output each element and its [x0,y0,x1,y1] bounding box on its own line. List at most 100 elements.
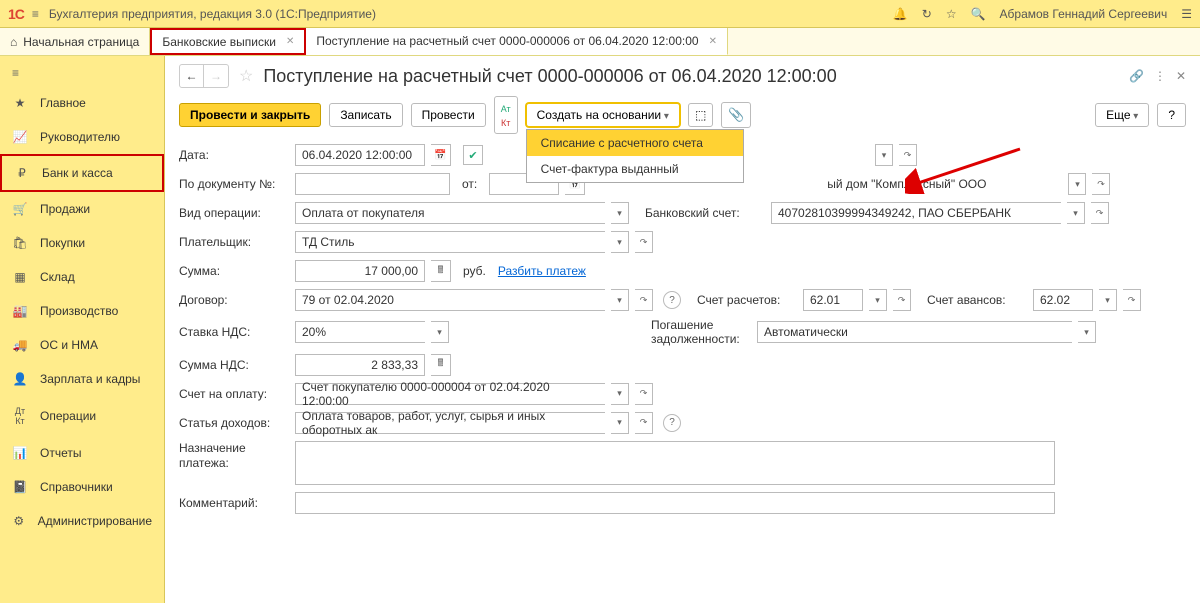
menu-item-invoice[interactable]: Счет-фактура выданный [527,156,743,182]
label-advance: Счет авансов: [927,293,1027,307]
split-payment-link[interactable]: Разбить платеж [498,264,586,278]
contract-input[interactable]: 79 от 02.04.2020 [295,289,605,311]
help-icon[interactable]: ? [663,414,681,432]
dropdown-button[interactable]: ▾ [869,289,887,311]
open-button[interactable]: ↷ [1123,289,1141,311]
post-close-button[interactable]: Провести и закрыть [179,103,321,127]
dropdown-button[interactable]: ▾ [611,202,629,224]
sidebar-item-warehouse[interactable]: ▦Склад [0,260,164,294]
favorite-icon[interactable]: ☆ [239,66,253,86]
sidebar-item-bank-cash[interactable]: ₽Банк и касса [0,154,164,192]
boxes-icon: ▦ [12,270,28,284]
dtkt-icon: ДтКт [12,406,28,426]
bell-icon[interactable]: 🔔 [893,7,908,21]
tab-document[interactable]: Поступление на расчетный счет 0000-00000… [306,28,728,55]
close-icon[interactable]: ✕ [286,36,294,47]
nav-back-button[interactable]: ← [180,65,204,87]
calendar-icon[interactable]: 📅 [431,144,451,166]
structure-button[interactable]: ⬚ [688,103,713,127]
attach-button[interactable]: 📎 [721,102,751,128]
sidebar-item-operations[interactable]: ДтКтОперации [0,396,164,436]
date-input[interactable]: 06.04.2020 12:00:00 [295,144,425,166]
sidebar-item-sales[interactable]: 🛒Продажи [0,192,164,226]
sidebar-item-catalogs[interactable]: 📓Справочники [0,470,164,504]
history-icon[interactable]: ↻ [922,7,932,21]
dropdown-button[interactable]: ▾ [611,289,629,311]
post-button[interactable]: Провести [411,103,486,127]
document-title: Поступление на расчетный счет 0000-00000… [263,66,1119,87]
sidebar-item-main[interactable]: ★Главное [0,86,164,120]
tab-home[interactable]: ⌂ Начальная страница [0,28,150,55]
close-icon[interactable]: ✕ [1176,69,1186,83]
menu-item-writeoff[interactable]: Списание с расчетного счета [527,130,743,156]
dropdown-button[interactable]: ▾ [611,412,629,434]
sidebar-item-manager[interactable]: 📈Руководителю [0,120,164,154]
sidebar-item-production[interactable]: 🏭Производство [0,294,164,328]
vat-sum-input[interactable]: 2 833,33 [295,354,425,376]
more-icon[interactable]: ⋮ [1154,69,1166,83]
sidebar-item-admin[interactable]: ⚙Администрирование [0,504,164,538]
status-icon[interactable]: ✔ [463,145,483,165]
close-icon[interactable]: ✕ [709,36,717,47]
bars-icon: 📊 [12,446,28,460]
sidebar-toggle-icon[interactable]: ≡ [0,60,164,86]
payer-input[interactable]: ТД Стиль [295,231,605,253]
label-from: от: [462,177,477,191]
open-button[interactable]: ↷ [635,412,653,434]
income-input[interactable]: Оплата товаров, работ, услуг, сырья и ин… [295,412,605,434]
create-on-basis-menu: Списание с расчетного счета Счет-фактура… [526,129,744,183]
sum-input[interactable]: 17 000,00 [295,260,425,282]
sidebar-item-assets[interactable]: 🚚ОС и НМА [0,328,164,362]
menu-icon[interactable]: ≡ [32,7,39,21]
label-docnum: По документу №: [179,177,289,191]
operation-input[interactable]: Оплата от покупателя [295,202,605,224]
dropdown-button[interactable]: ▾ [1067,202,1085,224]
dtkt-button[interactable]: АтКт [494,96,518,134]
label-settle: Счет расчетов: [697,293,797,307]
dropdown-button[interactable]: ▾ [611,231,629,253]
settle-input[interactable]: 62.01 [803,289,863,311]
star-icon[interactable]: ☆ [946,7,957,21]
gear-icon: ⚙ [12,514,26,528]
comment-input[interactable] [295,492,1055,514]
label-income: Статья доходов: [179,416,289,430]
truck-icon: 🚚 [12,338,28,352]
open-button[interactable]: ↷ [893,289,911,311]
open-button[interactable]: ↷ [635,383,653,405]
search-icon[interactable]: 🔍 [971,7,986,21]
user-dropdown-icon[interactable]: ☰ [1181,7,1192,21]
open-button[interactable]: ↷ [635,231,653,253]
docnum-input[interactable] [295,173,450,195]
user-name[interactable]: Абрамов Геннадий Сергеевич [1000,7,1168,21]
dropdown-button[interactable]: ▾ [1078,321,1096,343]
link-icon[interactable]: 🔗 [1129,69,1144,83]
tab-bank-statements[interactable]: Банковские выписки ✕ [150,28,306,55]
open-button[interactable]: ↷ [1091,202,1109,224]
dropdown-button[interactable]: ▾ [875,144,893,166]
calculator-icon[interactable]: 🖩 [431,354,451,376]
label-debt: Погашение задолженности: [651,318,751,347]
bank-account-input[interactable]: 40702810399994349242, ПАО СБЕРБАНК [771,202,1061,224]
dropdown-button[interactable]: ▾ [1099,289,1117,311]
purpose-textarea[interactable] [295,441,1055,485]
dropdown-button[interactable]: ▾ [611,383,629,405]
dropdown-button[interactable]: ▾ [431,321,449,343]
nav-forward-button[interactable]: → [204,65,228,87]
open-button[interactable]: ↷ [635,289,653,311]
open-button[interactable]: ↷ [899,144,917,166]
open-button[interactable]: ↷ [1092,173,1110,195]
invoice-input[interactable]: Счет покупателю 0000-000004 от 02.04.202… [295,383,605,405]
sidebar-item-hr[interactable]: 👤Зарплата и кадры [0,362,164,396]
help-button[interactable]: ? [1157,103,1186,127]
debt-input[interactable]: Автоматически [757,321,1072,343]
vat-rate-input[interactable]: 20% [295,321,425,343]
write-button[interactable]: Записать [329,103,402,127]
more-button[interactable]: Еще [1095,103,1149,127]
help-icon[interactable]: ? [663,291,681,309]
dropdown-button[interactable]: ▾ [1068,173,1086,195]
calculator-icon[interactable]: 🖩 [431,260,451,282]
create-on-basis-button[interactable]: Создать на основании [526,103,680,127]
sidebar-item-reports[interactable]: 📊Отчеты [0,436,164,470]
advance-input[interactable]: 62.02 [1033,289,1093,311]
sidebar-item-purchases[interactable]: 🛍Покупки [0,226,164,260]
